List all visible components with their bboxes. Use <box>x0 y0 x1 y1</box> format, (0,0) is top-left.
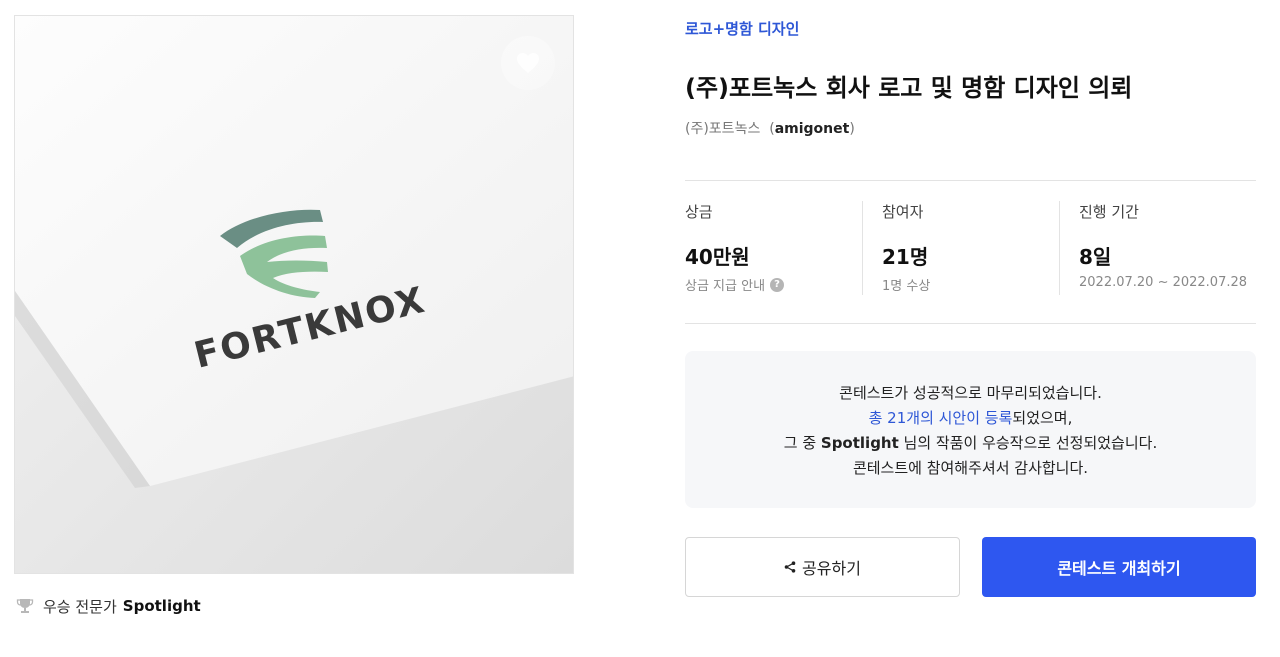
notice-line-1: 콘테스트가 성공적으로 마무리되었습니다. <box>839 384 1102 402</box>
entries-link[interactable]: 총 21개의 시안이 등록 <box>869 409 1013 427</box>
stat-prize: 상금 40만원 상금 지급 안내 ? <box>685 201 863 295</box>
host-contest-button[interactable]: 콘테스트 개최하기 <box>982 537 1256 597</box>
stat-prize-label: 상금 <box>685 203 713 221</box>
host-contest-button-label: 콘테스트 개최하기 <box>1057 559 1181 578</box>
winner-info: 우승 전문가 Spotlight <box>16 595 201 617</box>
winner-label: 우승 전문가 <box>43 597 117 616</box>
help-icon[interactable]: ? <box>770 277 785 292</box>
winner-name[interactable]: Spotlight <box>123 597 201 615</box>
contest-title: (주)포트녹스 회사 로고 및 명함 디자인 의뢰 <box>685 74 1133 102</box>
prize-payment-guide-label: 상금 지급 안내 <box>685 279 766 294</box>
host-id: amigonet <box>774 121 850 137</box>
contest-image[interactable]: FORTKNOX <box>14 15 574 574</box>
trophy-icon <box>16 599 34 613</box>
notice-line-4: 콘테스트에 참여해주셔서 감사합니다. <box>852 459 1089 477</box>
stat-participants-sub: 1명 수상 <box>882 279 931 294</box>
business-card-mockup: FORTKNOX <box>15 16 573 573</box>
stat-participants-label: 참여자 <box>882 203 924 221</box>
contest-result-notice: 콘테스트가 성공적으로 마무리되었습니다. 총 21개의 시안이 등록되었으며,… <box>685 351 1256 508</box>
share-icon <box>784 561 796 573</box>
stat-prize-value: 40만원 <box>685 245 750 269</box>
favorite-button[interactable] <box>501 36 555 90</box>
host-name: (주)포트녹스 <box>685 121 761 137</box>
share-button[interactable]: 공유하기 <box>685 537 960 597</box>
notice-line-3: 그 중 Spotlight 님의 작품이 우승작으로 선정되었습니다. <box>783 434 1158 452</box>
stat-period: 진행 기간 8일 2022.07.20 ~ 2022.07.28 <box>1079 201 1256 295</box>
prize-payment-guide[interactable]: 상금 지급 안내 ? <box>685 275 862 294</box>
heart-icon <box>517 53 539 73</box>
stat-period-label: 진행 기간 <box>1079 203 1139 221</box>
share-button-label: 공유하기 <box>802 559 861 578</box>
stat-period-value: 8일 <box>1079 245 1112 269</box>
contest-category[interactable]: 로고+명함 디자인 <box>685 18 799 39</box>
stat-period-dates: 2022.07.20 ~ 2022.07.28 <box>1079 275 1248 290</box>
notice-winner-name: Spotlight <box>820 434 899 452</box>
stat-participants-value: 21명 <box>882 245 929 269</box>
contest-stats: 상금 40만원 상금 지급 안내 ? 참여자 21명 1명 수상 진행 기간 8… <box>685 180 1256 324</box>
stat-participants: 참여자 21명 1명 수상 <box>882 201 1060 295</box>
notice-line-2: 총 21개의 시안이 등록되었으며, <box>868 409 1073 427</box>
contest-host[interactable]: (주)포트녹스 (amigonet) <box>685 118 855 138</box>
